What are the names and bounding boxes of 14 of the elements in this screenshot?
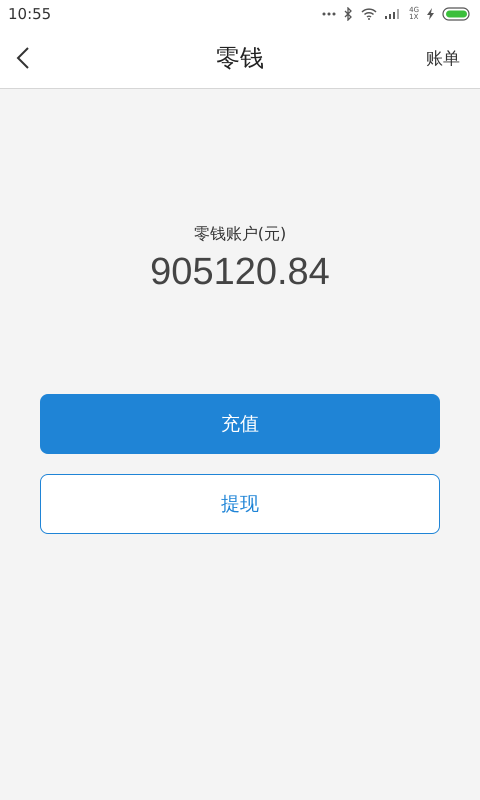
recharge-button[interactable]: 充值 [40,394,440,454]
balance-amount: 905120.84 [150,251,330,294]
back-button[interactable] [16,46,30,70]
status-time: 10:55 [8,5,52,23]
bill-link[interactable]: 账单 [426,46,460,70]
withdraw-button[interactable]: 提现 [40,474,440,534]
page-title: 零钱 [216,43,264,74]
signal-icon [385,9,402,19]
battery-icon [442,7,470,21]
balance-label: 零钱账户(元) [194,224,286,245]
wifi-icon [361,8,378,20]
back-icon [16,46,30,70]
bluetooth-icon [344,7,354,21]
more-icon [322,12,336,16]
